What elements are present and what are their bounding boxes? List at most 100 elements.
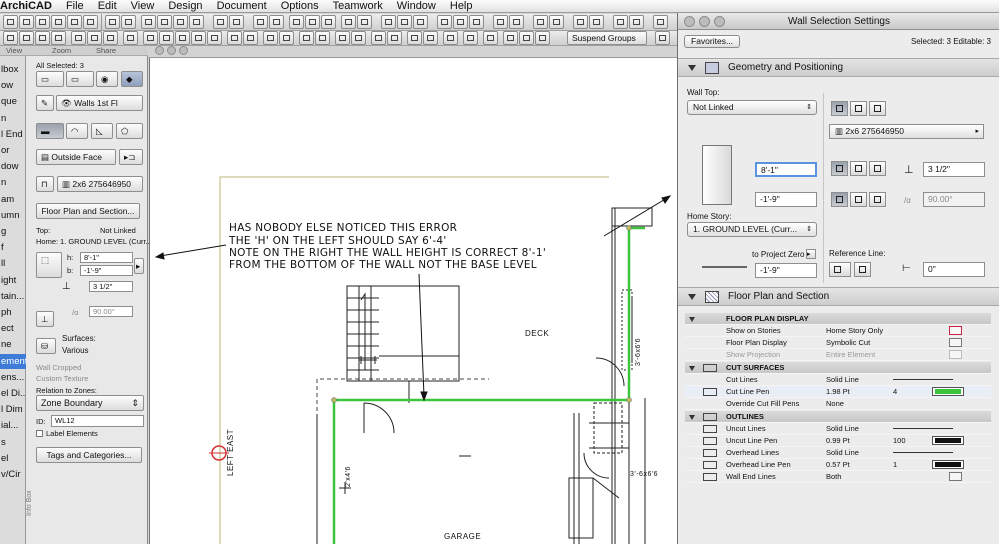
toolbox-item[interactable]: ens... (0, 370, 26, 385)
zoom-out-icon[interactable] (87, 31, 102, 45)
straight-wall-button[interactable]: ▬ (36, 123, 64, 139)
group-cut-surfaces[interactable]: CUT SURFACES (685, 362, 991, 374)
row-wall-end-lines[interactable]: Wall End Lines Both (685, 471, 991, 483)
rotate-icon[interactable] (141, 15, 156, 29)
stair-tool-icon[interactable] (207, 31, 222, 45)
toolbox-item[interactable]: ement (0, 353, 26, 369)
menu-view[interactable]: View (124, 0, 162, 13)
elevate-icon[interactable] (189, 15, 204, 29)
menu-options[interactable]: Options (274, 0, 326, 13)
toolbar-more-icon[interactable] (655, 31, 670, 45)
structure-composite-toggle[interactable] (850, 101, 867, 116)
zoom-in-icon[interactable] (71, 31, 86, 45)
arrow-tool-icon[interactable] (213, 15, 228, 29)
toolbox-item[interactable]: ll (0, 256, 26, 271)
open-file-icon[interactable] (19, 15, 34, 29)
reference-line-selector[interactable] (829, 262, 851, 277)
geometry-method-button[interactable]: ▭ (36, 71, 64, 87)
distribute-icon[interactable] (423, 31, 438, 45)
menu-window[interactable]: Window (390, 0, 443, 13)
row-overhead-lines[interactable]: Overhead Lines Solid Line (685, 447, 991, 459)
trace-icon[interactable] (357, 15, 372, 29)
polygon-wall-button[interactable]: ⬠ (116, 123, 143, 139)
explode-icon[interactable] (483, 31, 498, 45)
tab-share[interactable]: Share (96, 46, 116, 56)
grid-icon[interactable] (305, 15, 320, 29)
tab-view[interactable]: View (6, 46, 22, 56)
tab-zoom[interactable]: Zoom (52, 46, 71, 56)
toolbox-item[interactable]: f (0, 240, 26, 255)
wall-trapezoid-toggle[interactable] (869, 161, 886, 176)
record-icon[interactable] (613, 15, 628, 29)
send-back-icon[interactable] (387, 31, 402, 45)
structure-type-button[interactable]: ⊓ (36, 176, 54, 192)
layer-toggle-button[interactable]: ✎ (36, 95, 54, 111)
split-icon[interactable] (453, 15, 468, 29)
marquee-icon[interactable] (229, 15, 244, 29)
surfaces-button[interactable]: ⛁ (36, 338, 56, 354)
pen-color-swatch[interactable] (932, 387, 964, 396)
intersect-icon[interactable] (493, 15, 508, 29)
canvas-zoom-button[interactable] (179, 46, 188, 55)
selected-walls[interactable] (332, 226, 645, 544)
toolbox-item[interactable]: l Dim (0, 402, 26, 417)
reference-line-selector[interactable]: ▤ Outside Face (36, 149, 116, 165)
favorites-button[interactable]: Favorites... (684, 35, 741, 48)
id-input[interactable]: WL12 (51, 415, 144, 427)
undo-icon[interactable] (105, 15, 120, 29)
toolbox-item[interactable]: que (0, 94, 26, 109)
toolbox-item[interactable]: ight (0, 273, 26, 288)
home-value[interactable]: 1. GROUND LEVEL (Curr... (60, 237, 152, 246)
pick-up-icon[interactable] (269, 15, 284, 29)
wall-double-slanted-toggle[interactable] (869, 192, 886, 207)
canvas-close-button[interactable] (155, 46, 164, 55)
group-icon[interactable] (299, 31, 314, 45)
mirror-icon[interactable] (157, 15, 172, 29)
measure-icon[interactable] (397, 15, 412, 29)
group-floor-plan-display[interactable]: FLOOR PLAN DISPLAY (685, 313, 991, 325)
reference-offset-button[interactable]: ▸⊐ (119, 149, 143, 165)
wall-shape-button[interactable]: ▭ (66, 71, 94, 87)
menu-file[interactable]: File (59, 0, 91, 13)
tags-categories-button[interactable]: Tags and Categories... (36, 447, 142, 463)
toolbox-item[interactable]: ne (0, 337, 26, 352)
fit-window-icon[interactable] (103, 31, 118, 45)
redo-icon[interactable] (121, 15, 136, 29)
plan-icon[interactable] (3, 31, 18, 45)
toolbox-item[interactable]: v/Cir (0, 467, 26, 482)
toolbox-item[interactable]: ow (0, 78, 26, 93)
row-cut-line-pen[interactable]: Cut Line Pen 1.98 Pt 4 (685, 386, 991, 398)
floor-plan-section-button[interactable]: Floor Plan and Section... (36, 203, 140, 219)
toolbox-item[interactable]: ial... (0, 418, 26, 433)
thickness-input[interactable]: 3 1/2" (923, 162, 985, 177)
drag-icon[interactable] (173, 15, 188, 29)
menu-teamwork[interactable]: Teamwork (326, 0, 390, 13)
menu-document[interactable]: Document (210, 0, 274, 13)
detail-icon[interactable] (51, 31, 66, 45)
top-value[interactable]: Not Linked (100, 226, 136, 235)
row-overhead-line-pen[interactable]: Overhead Line Pen 0.57 Pt 1 (685, 459, 991, 471)
row-uncut-lines[interactable]: Uncut Lines Solid Line (685, 423, 991, 435)
adjust-icon[interactable] (469, 15, 484, 29)
wall-tool-icon[interactable] (143, 31, 158, 45)
wall-vertical-toggle[interactable] (831, 192, 848, 207)
pen-color-swatch[interactable] (932, 460, 964, 469)
toolbox-item[interactable]: n (0, 111, 26, 126)
toolbox-item[interactable]: el (0, 451, 26, 466)
reference-offset-input[interactable]: 0" (923, 262, 985, 277)
toolbox-item[interactable]: el Di... (0, 386, 26, 401)
wall-top-selector[interactable]: Not Linked ⇕ (687, 100, 817, 115)
toolbox-item[interactable]: or (0, 143, 26, 158)
print-icon[interactable] (51, 15, 66, 29)
object-tool-icon[interactable] (191, 31, 206, 45)
height-link-button[interactable]: ▸ (134, 258, 144, 274)
dialog-minimize-button[interactable] (699, 16, 710, 27)
row-floor-plan-display[interactable]: Floor Plan Display Symbolic Cut (685, 337, 991, 349)
toolbox-item[interactable]: s (0, 435, 26, 450)
row-cut-lines[interactable]: Cut Lines Solid Line (685, 374, 991, 386)
composite-selector[interactable]: ▥ 2x6 275646950 (57, 176, 143, 192)
align-icon[interactable] (407, 31, 422, 45)
gravity-icon[interactable] (341, 15, 356, 29)
dialog-zoom-button[interactable] (714, 16, 725, 27)
h-input[interactable]: 8'-1" (80, 252, 133, 263)
